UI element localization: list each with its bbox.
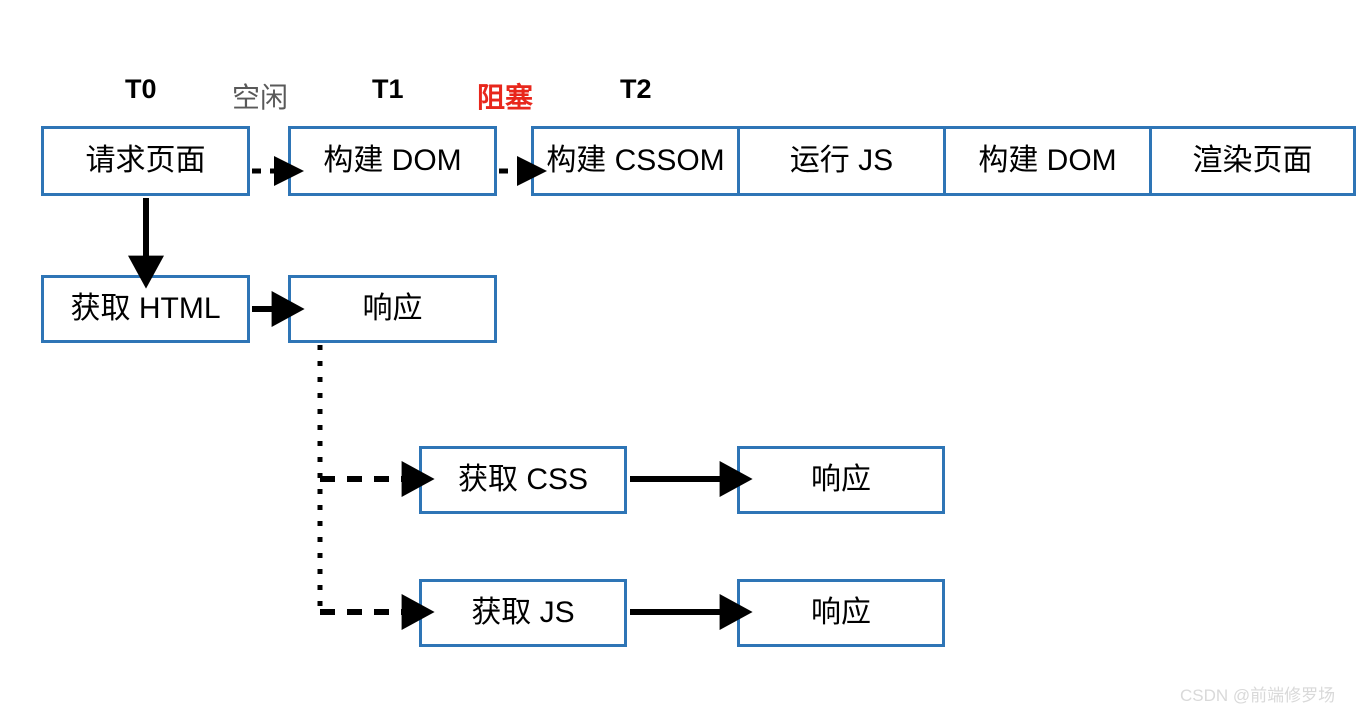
- timeline-marker-t0: T0: [125, 74, 157, 104]
- timeline-marker-t1: T1: [372, 74, 404, 104]
- timeline-marker-t2: T2: [620, 74, 652, 104]
- timeline-box-build-cssom[interactable]: 构建 CSSOM: [531, 126, 740, 196]
- fetch-box-css-response[interactable]: 响应: [737, 446, 945, 514]
- connector-layer: [128, 156, 753, 630]
- diagram-canvas: T0 T1 T2 空闲 阻塞 请求页面 构建 DOM 构建 CSSOM 运行 J…: [0, 0, 1364, 714]
- timeline-box-build-dom-1[interactable]: 构建 DOM: [288, 126, 497, 196]
- fetch-box-html-response[interactable]: 响应: [288, 275, 497, 343]
- state-label-blocking: 阻塞: [477, 82, 534, 113]
- state-label-idle: 空闲: [232, 82, 289, 113]
- watermark: CSDN @前端修罗场: [1180, 686, 1336, 705]
- timeline-box-render-page[interactable]: 渲染页面: [1149, 126, 1356, 196]
- fetch-box-js-response[interactable]: 响应: [737, 579, 945, 647]
- timeline-box-request-page[interactable]: 请求页面: [41, 126, 250, 196]
- fetch-box-get-js[interactable]: 获取 JS: [419, 579, 627, 647]
- fetch-box-get-html[interactable]: 获取 HTML: [41, 275, 250, 343]
- fetch-box-get-css[interactable]: 获取 CSS: [419, 446, 627, 514]
- timeline-box-build-dom-2[interactable]: 构建 DOM: [943, 126, 1152, 196]
- timeline-box-run-js[interactable]: 运行 JS: [737, 126, 946, 196]
